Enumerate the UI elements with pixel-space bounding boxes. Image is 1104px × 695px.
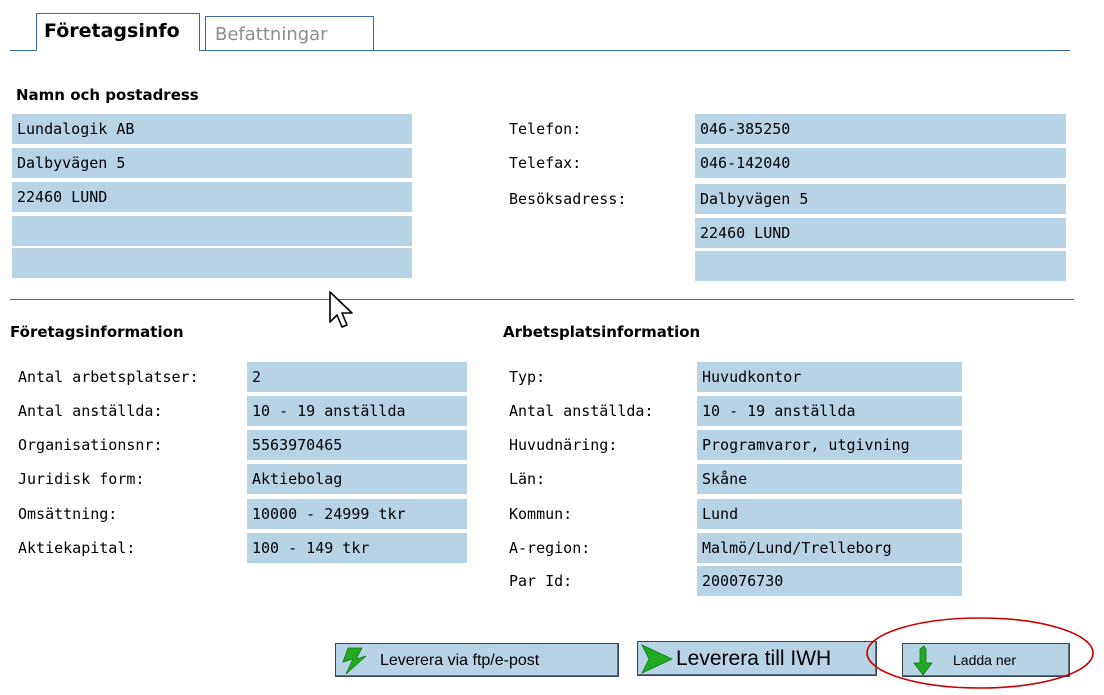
highlight-ellipse	[866, 617, 1094, 689]
company-label-2: Antal anställda:	[18, 402, 163, 420]
company-value-1: 2	[247, 362, 467, 392]
workplace-label-1: Typ:	[509, 368, 546, 386]
company-value-6: 100 - 149 tkr	[247, 533, 467, 563]
mouse-cursor-icon	[329, 291, 353, 328]
address-line-5	[12, 248, 412, 278]
workplace-label-2: Antal anställda:	[509, 402, 654, 420]
workplace-value-1: Huvudkontor	[697, 362, 962, 392]
besoksadress-line-2: 22460 LUND	[695, 218, 1066, 248]
deliver-ftp-button[interactable]: Leverera via ftp/e-post	[335, 643, 619, 677]
company-info-heading: Företagsinformation	[10, 323, 184, 341]
workplace-value-7: 200076730	[697, 566, 962, 596]
workplace-label-3: Huvudnäring:	[509, 436, 618, 454]
company-label-3: Organisationsnr:	[18, 436, 163, 454]
tab-befattningar-label: Befattningar	[215, 24, 328, 45]
address-line-2: Dalbyvägen 5	[12, 148, 412, 178]
tab-foretagsinfo-label: Företagsinfo	[44, 20, 180, 42]
deliver-ftp-label: Leverera via ftp/e-post	[380, 652, 540, 669]
besoksadress-line-3	[695, 251, 1066, 281]
tab-foretagsinfo[interactable]: Företagsinfo	[36, 13, 200, 51]
section-divider	[10, 299, 1074, 300]
company-label-6: Aktiekapital:	[18, 539, 136, 557]
flash-icon	[342, 647, 367, 675]
besoksadress-label: Besöksadress:	[509, 190, 627, 208]
company-value-4: Aktiebolag	[247, 464, 467, 494]
company-value-3: 5563970465	[247, 430, 467, 460]
workplace-label-4: Län:	[509, 470, 546, 488]
workplace-value-2: 10 - 19 anställda	[697, 396, 962, 426]
address-line-4	[12, 216, 412, 246]
telefon-value: 046-385250	[695, 114, 1066, 144]
workplace-value-3: Programvaror, utgivning	[697, 430, 962, 460]
company-value-5: 10000 - 24999 tkr	[247, 499, 467, 529]
company-label-1: Antal arbetsplatser:	[18, 368, 199, 386]
workplace-info-heading: Arbetsplatsinformation	[503, 323, 701, 341]
address-heading: Namn och postadress	[16, 86, 199, 104]
deliver-iwh-label: Leverera till IWH	[676, 647, 832, 670]
workplace-label-5: Kommun:	[509, 505, 573, 523]
address-line-1: Lundalogik AB	[12, 114, 412, 144]
telefon-label: Telefon:	[509, 120, 582, 138]
arrow-right-icon	[641, 644, 673, 674]
workplace-label-6: A-region:	[509, 539, 591, 557]
company-label-5: Omsättning:	[18, 505, 118, 523]
telefax-value: 046-142040	[695, 148, 1066, 178]
workplace-value-6: Malmö/Lund/Trelleborg	[697, 533, 962, 563]
deliver-iwh-button[interactable]: Leverera till IWH	[637, 641, 877, 676]
telefax-label: Telefax:	[509, 154, 582, 172]
workplace-value-4: Skåne	[697, 464, 962, 494]
workplace-label-7: Par Id:	[509, 572, 573, 590]
company-value-2: 10 - 19 anställda	[247, 396, 467, 426]
besoksadress-line-1: Dalbyvägen 5	[695, 184, 1066, 214]
tab-befattningar[interactable]: Befattningar	[205, 16, 374, 50]
address-line-3: 22460 LUND	[12, 182, 412, 212]
company-label-4: Juridisk form:	[18, 470, 145, 488]
workplace-value-5: Lund	[697, 499, 962, 529]
